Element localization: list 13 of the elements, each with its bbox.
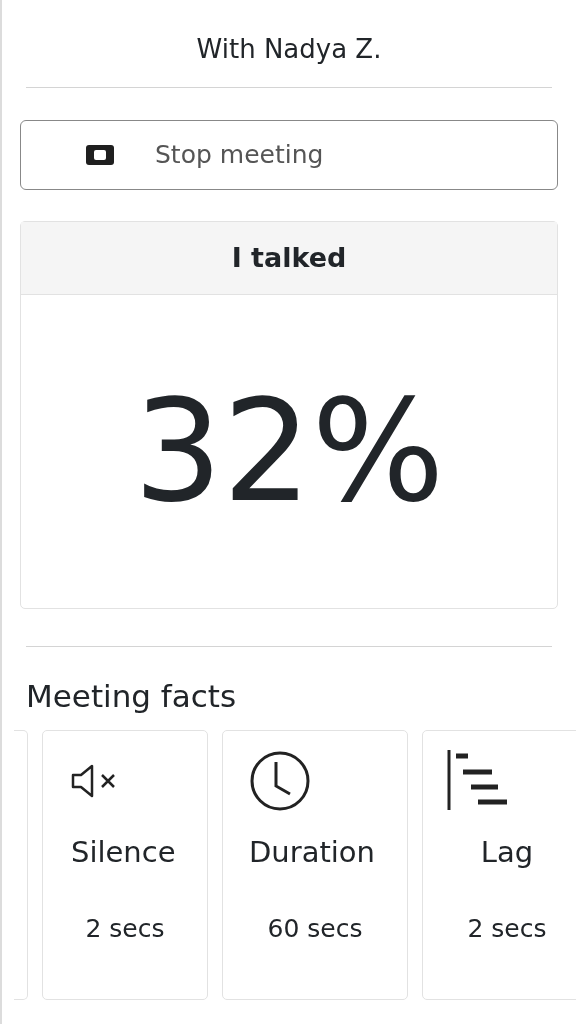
section-heading: Meeting facts [26,677,238,716]
card-header: I talked [21,222,557,295]
stop-meeting-button[interactable]: Stop meeting [20,120,558,190]
fact-label: Duration [249,833,375,871]
window-title: With Nadya Z. [26,30,552,88]
clock-icon [249,749,311,812]
fact-value: 2 secs [467,914,547,943]
stop-icon [85,144,115,166]
fact-label: Lag [480,833,534,871]
fact-value: 2 secs [85,914,165,943]
talk-percentage: 32% [133,381,445,522]
fact-value: 60 secs [267,914,363,943]
fact-label: Silence [71,833,176,871]
